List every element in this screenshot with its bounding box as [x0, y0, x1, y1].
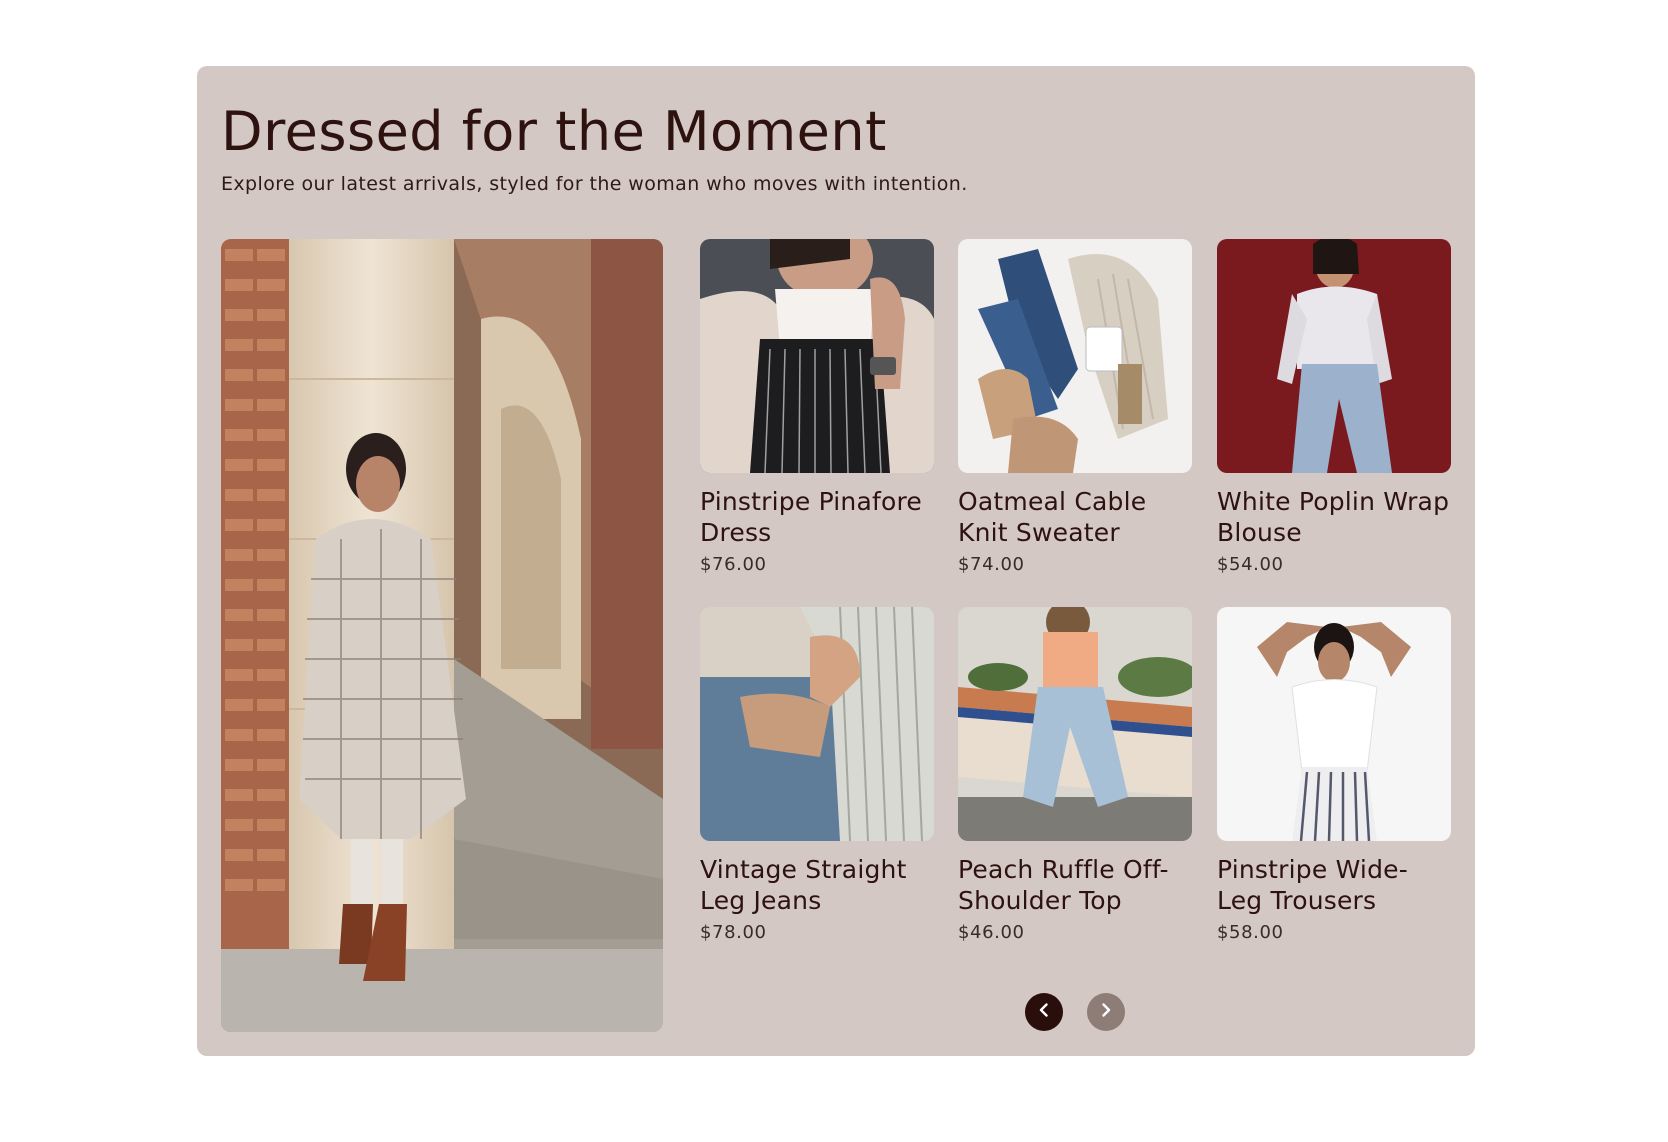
- product-card[interactable]: Peach Ruffle Off-Shoulder Top $46.00: [958, 607, 1192, 943]
- product-price: $78.00: [700, 922, 767, 943]
- product-card[interactable]: Pinstripe Wide-Leg Trousers $58.00: [1217, 607, 1451, 943]
- product-card[interactable]: Oatmeal Cable Knit Sweater $74.00: [958, 239, 1192, 575]
- product-price: $58.00: [1217, 922, 1284, 943]
- product-price: $76.00: [700, 554, 767, 575]
- featured-collection-section: Dressed for the Moment Explore our lates…: [197, 66, 1475, 1056]
- hero-image[interactable]: [221, 239, 663, 1032]
- product-price: $46.00: [958, 922, 1025, 943]
- section-title: Dressed for the Moment: [221, 100, 887, 163]
- product-image[interactable]: [958, 239, 1192, 473]
- product-name[interactable]: Pinstripe Wide-Leg Trousers: [1217, 854, 1451, 916]
- product-name[interactable]: Pinstripe Pinafore Dress: [700, 486, 934, 548]
- product-image[interactable]: [1217, 239, 1451, 473]
- product-image[interactable]: [700, 239, 934, 473]
- product-image[interactable]: [1217, 607, 1451, 841]
- product-name[interactable]: Vintage Straight Leg Jeans: [700, 854, 934, 916]
- product-image[interactable]: [700, 607, 934, 841]
- carousel-next-button[interactable]: [1087, 993, 1125, 1031]
- product-name[interactable]: Peach Ruffle Off-Shoulder Top: [958, 854, 1192, 916]
- product-card[interactable]: Vintage Straight Leg Jeans $78.00: [700, 607, 934, 943]
- chevron-left-icon: [1036, 1002, 1052, 1022]
- product-name[interactable]: White Poplin Wrap Blouse: [1217, 486, 1451, 548]
- product-image[interactable]: [958, 607, 1192, 841]
- product-price: $54.00: [1217, 554, 1284, 575]
- product-card[interactable]: Pinstripe Pinafore Dress $76.00: [700, 239, 934, 575]
- product-price: $74.00: [958, 554, 1025, 575]
- product-name[interactable]: Oatmeal Cable Knit Sweater: [958, 486, 1192, 548]
- carousel-prev-button[interactable]: [1025, 993, 1063, 1031]
- section-subtitle: Explore our latest arrivals, styled for …: [221, 173, 968, 195]
- chevron-right-icon: [1098, 1002, 1114, 1022]
- carousel-nav: [1025, 993, 1125, 1031]
- product-card[interactable]: White Poplin Wrap Blouse $54.00: [1217, 239, 1451, 575]
